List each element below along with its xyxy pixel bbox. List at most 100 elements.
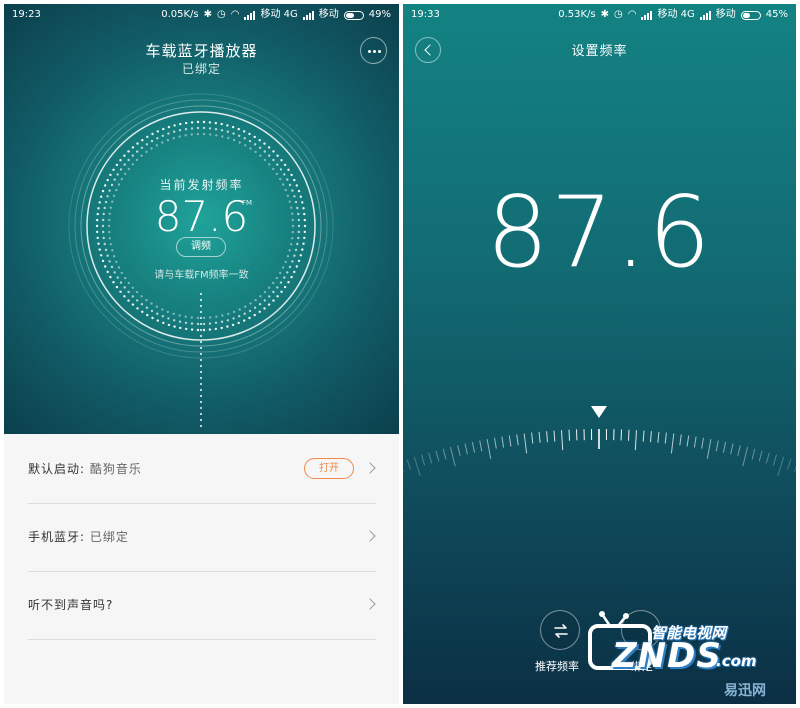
dial-dot xyxy=(136,150,139,153)
more-dots-icon xyxy=(368,50,371,53)
ruler-tick xyxy=(777,456,785,477)
settings-list: 默认启动: 酷狗音乐 打开 手机蓝牙: 已绑定 听不到声音吗? xyxy=(4,434,399,704)
dial-dot xyxy=(258,146,262,149)
watermark-znds: ZNDS xyxy=(612,636,722,676)
dial-dot xyxy=(202,126,206,130)
dial-tail-dot xyxy=(199,370,203,374)
dial-tail-dot xyxy=(199,382,203,386)
ruler-tick xyxy=(428,452,433,464)
dial-dot xyxy=(272,158,275,162)
setting-no-sound-help[interactable]: 听不到声音吗? xyxy=(28,572,376,640)
battery-percent: 49% xyxy=(368,9,391,20)
more-options-button[interactable] xyxy=(360,37,387,64)
bluetooth-icon: ✱ xyxy=(600,9,609,20)
dial-dot xyxy=(226,325,229,328)
dial-dot xyxy=(227,136,230,140)
ruler-tick xyxy=(642,430,645,442)
dial-dot xyxy=(293,254,296,257)
dial-tail-dot xyxy=(199,340,203,344)
dial-dot xyxy=(227,312,230,316)
ruler-tick xyxy=(693,436,697,448)
dial-dot xyxy=(131,163,134,166)
dial-dot xyxy=(151,132,154,136)
dial-dot xyxy=(141,310,144,313)
dial-dot xyxy=(136,142,139,145)
dial-dot xyxy=(267,146,271,149)
ruler-tick xyxy=(471,441,476,453)
dial-dot xyxy=(101,259,105,263)
dial-dot xyxy=(196,126,200,130)
bind-status: 已绑定 xyxy=(181,62,221,76)
dial-dot xyxy=(127,281,130,285)
chevron-right-icon xyxy=(364,462,376,474)
dial-dot xyxy=(119,168,123,171)
ruler-tick xyxy=(730,443,734,455)
ruler-tick xyxy=(706,439,712,459)
dial-dot xyxy=(202,322,206,326)
recommend-frequency-button[interactable] xyxy=(540,610,580,650)
status-bar: 19:33 0.53K/s ✱ ◷ ◠ 移动 4G 移动 45% xyxy=(403,4,796,26)
carrier-1: 移动 4G xyxy=(260,9,298,20)
dial-dot xyxy=(103,242,106,246)
dial-dot xyxy=(184,321,188,324)
dial-dot xyxy=(123,154,126,157)
tune-button[interactable]: 调频 xyxy=(176,237,226,257)
dial-tail-dot xyxy=(199,292,203,296)
setting-phone-bluetooth[interactable]: 手机蓝牙: 已绑定 xyxy=(28,504,376,572)
ruler-tick xyxy=(701,437,704,449)
dial-dot xyxy=(108,260,111,263)
page-title: 设置频率 xyxy=(571,44,628,59)
dial-dot xyxy=(208,127,212,130)
dial-dot xyxy=(284,260,287,264)
open-app-button[interactable]: 打开 xyxy=(304,458,354,479)
dial-dot xyxy=(127,290,130,294)
dial-dot xyxy=(140,295,143,298)
dial-dot xyxy=(291,260,294,263)
dial-dot xyxy=(209,133,212,136)
setting-label: 默认启动: 酷狗音乐 xyxy=(28,460,142,477)
ruler-tick xyxy=(686,435,690,447)
dial-dot xyxy=(146,135,149,139)
dial-dot xyxy=(276,154,279,157)
dial-dot xyxy=(283,285,287,289)
dial-dot xyxy=(220,129,224,132)
setting-title: 默认启动: xyxy=(28,462,86,476)
dial-dot xyxy=(136,299,139,302)
dial-dot xyxy=(243,319,246,322)
ruler-tick xyxy=(403,468,404,473)
dial-dot xyxy=(131,146,135,149)
dial-dot xyxy=(167,317,170,320)
dial-dot xyxy=(185,327,188,331)
dial-dot xyxy=(161,308,164,311)
ruler-tick xyxy=(758,450,763,462)
page-title: 车载蓝牙播放器 xyxy=(145,42,258,60)
dial-dot xyxy=(253,306,257,309)
dial-tail-dot xyxy=(199,394,203,398)
dial-dot xyxy=(123,286,126,289)
setting-default-launch[interactable]: 默认启动: 酷狗音乐 打开 xyxy=(28,436,376,504)
frequency-unit: FM xyxy=(242,199,253,207)
frequency-pointer-icon xyxy=(591,406,607,418)
dial-dot xyxy=(172,136,175,140)
dial-dot xyxy=(286,255,290,258)
ruler-tick xyxy=(722,441,727,453)
dial-dot xyxy=(263,299,266,302)
recommend-frequency-label: 推荐频率 xyxy=(535,660,579,673)
dial-dot xyxy=(145,150,148,154)
frequency-ruler[interactable] xyxy=(403,4,796,704)
selected-frequency-value: 87.6 xyxy=(486,176,713,290)
dial-dot xyxy=(173,124,176,127)
dial-dot xyxy=(190,127,194,130)
dial-dot xyxy=(135,158,139,162)
dial-dot xyxy=(145,143,149,146)
dial-dot xyxy=(140,146,144,149)
dial-dot xyxy=(184,128,188,131)
dial-dot xyxy=(254,298,257,302)
status-time: 19:23 xyxy=(12,9,41,20)
dial-dot xyxy=(115,260,118,264)
dial-dot xyxy=(263,158,267,162)
dial-dot xyxy=(208,328,212,331)
dial-dot xyxy=(268,163,271,166)
dial-dot xyxy=(173,319,176,322)
dial-dot xyxy=(150,302,153,305)
